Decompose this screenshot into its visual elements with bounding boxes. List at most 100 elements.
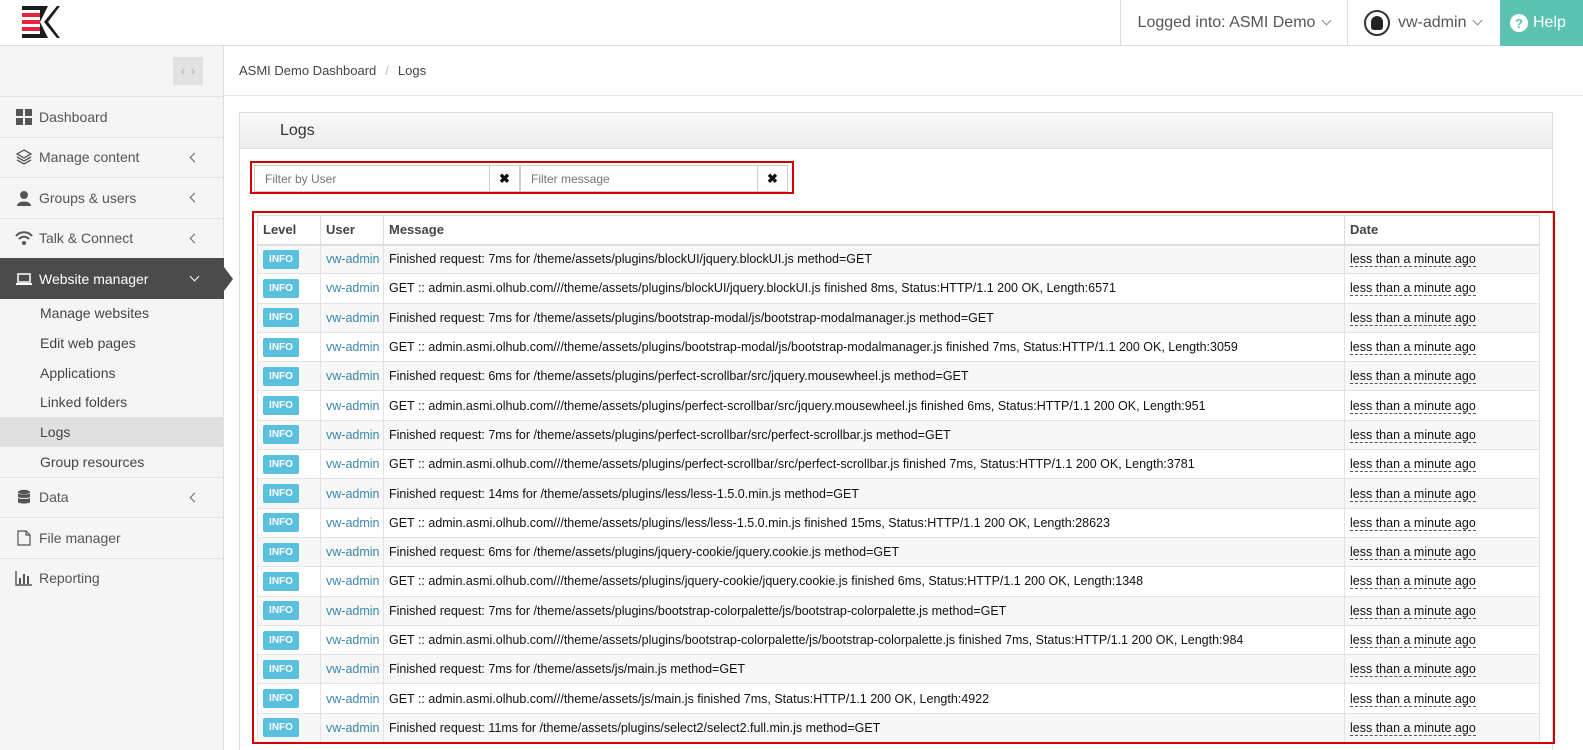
sidebar-item-file-manager[interactable]: File manager (0, 517, 224, 558)
logs-table-body: INFO vw-admin Finished request: 7ms for /t… (257, 243, 1540, 742)
sidebar-subitem-logs[interactable]: Logs (0, 417, 224, 447)
message-cell: Finished request: 11ms for /theme/assets… (383, 712, 1345, 742)
level-cell: INFO (257, 654, 321, 685)
relative-date[interactable]: less than a minute ago (1350, 252, 1476, 268)
user-link[interactable]: vw-admin (326, 545, 380, 559)
relative-date[interactable]: less than a minute ago (1350, 691, 1476, 707)
level-cell: INFO (257, 595, 321, 626)
sidebar-toggle-button[interactable]: ‹ › (173, 57, 203, 85)
sidebar-item-reporting[interactable]: Reporting (0, 557, 224, 599)
sidebar-item-dashboard[interactable]: Dashboard (0, 96, 224, 137)
wifi-icon (15, 230, 33, 246)
sidebar-subitem-group-resources[interactable]: Group resources (0, 447, 224, 477)
relative-date[interactable]: less than a minute ago (1350, 486, 1476, 502)
level-badge: INFO (263, 249, 299, 269)
user-menu[interactable]: vw-admin (1347, 0, 1500, 46)
sidebar-item-groups-users[interactable]: Groups & users (0, 177, 224, 218)
user-link[interactable]: vw-admin (326, 574, 380, 588)
sidebar-item-website-manager[interactable]: Website manager (0, 258, 233, 299)
relative-date[interactable]: less than a minute ago (1350, 427, 1476, 443)
user-cell: vw-admin (320, 683, 384, 714)
level-badge: INFO (263, 630, 299, 650)
org-switcher[interactable]: Logged into: ASMI Demo (1120, 0, 1347, 46)
relative-date[interactable]: less than a minute ago (1350, 457, 1476, 473)
user-link[interactable]: vw-admin (326, 428, 380, 442)
sidebar-item-data[interactable]: Data (0, 476, 224, 518)
user-link[interactable]: vw-admin (326, 311, 380, 325)
relative-date[interactable]: less than a minute ago (1350, 633, 1476, 648)
clear-user-filter-button[interactable]: ✖ (490, 165, 520, 192)
table-row: INFO vw-admin Finished request: 14ms for /… (257, 478, 1540, 509)
relative-date[interactable]: less than a minute ago (1350, 281, 1476, 297)
help-label: Help (1533, 14, 1566, 31)
date-cell: less than a minute ago (1344, 449, 1540, 480)
user-link[interactable]: vw-admin (326, 340, 380, 354)
sidebar-subitem-applications[interactable]: Applications (0, 358, 224, 388)
sidebar-subitem-manage-websites[interactable]: Manage websites (0, 299, 224, 329)
message-cell: GET :: admin.asmi.olhub.com///theme/asse… (383, 566, 1345, 597)
filter-user-input[interactable] (254, 165, 490, 192)
table-row: INFO vw-admin Finished request: 7ms for /t… (257, 595, 1540, 626)
sidebar-subitem-edit-web-pages[interactable]: Edit web pages (0, 328, 224, 358)
column-header-level[interactable]: Level (257, 215, 321, 246)
relative-date[interactable]: less than a minute ago (1350, 310, 1476, 326)
user-link[interactable]: vw-admin (326, 692, 380, 706)
sidebar-item-manage-content[interactable]: Manage content (0, 136, 224, 178)
clear-message-filter-button[interactable]: ✖ (758, 165, 788, 192)
date-cell: less than a minute ago (1344, 507, 1540, 538)
relative-date[interactable]: less than a minute ago (1350, 662, 1476, 678)
app-logo[interactable] (22, 6, 60, 38)
relative-date[interactable]: less than a minute ago (1350, 545, 1476, 561)
relative-date[interactable]: less than a minute ago (1350, 340, 1476, 356)
date-cell: less than a minute ago (1344, 654, 1540, 685)
level-badge: INFO (263, 571, 299, 591)
user-link[interactable]: vw-admin (326, 662, 380, 676)
level-cell: INFO (257, 419, 321, 451)
chevron-left-icon (189, 492, 200, 503)
avatar (1364, 10, 1390, 36)
date-cell: less than a minute ago (1344, 536, 1540, 568)
filter-message-input[interactable] (520, 165, 758, 192)
help-button[interactable]: ? Help (1500, 0, 1583, 46)
table-row: INFO vw-admin Finished request: 7ms for /t… (257, 302, 1540, 333)
user-link[interactable]: vw-admin (326, 721, 380, 735)
level-badge: INFO (263, 601, 299, 621)
level-badge: INFO (263, 308, 299, 328)
relative-date[interactable]: less than a minute ago (1350, 515, 1476, 531)
sidebar-subitem-linked-folders[interactable]: Linked folders (0, 388, 224, 418)
level-cell: INFO (257, 390, 321, 421)
chevron-left-icon (189, 152, 200, 163)
message-cell: Finished request: 7ms for /theme/assets/… (383, 419, 1345, 451)
user-link[interactable]: vw-admin (326, 281, 380, 295)
column-header-message[interactable]: Message (383, 215, 1345, 246)
relative-date[interactable]: less than a minute ago (1350, 398, 1476, 414)
user-link[interactable]: vw-admin (326, 369, 380, 383)
relative-date[interactable]: less than a minute ago (1350, 369, 1476, 385)
level-cell: INFO (257, 361, 321, 392)
column-header-user[interactable]: User (320, 215, 384, 246)
sidebar-item-talk-connect[interactable]: Talk & Connect (0, 217, 224, 259)
user-cell: vw-admin (320, 390, 384, 421)
breadcrumb-root[interactable]: ASMI Demo Dashboard (239, 63, 376, 78)
date-cell: less than a minute ago (1344, 390, 1540, 421)
user-link[interactable]: vw-admin (326, 487, 380, 501)
user-link[interactable]: vw-admin (326, 516, 380, 530)
table-row: INFO vw-admin GET :: admin.asmi.olhub.com/… (257, 683, 1540, 714)
logs-table-frame: Level User Message Date INFO vw-admin Fini… (252, 211, 1555, 744)
relative-date[interactable]: less than a minute ago (1350, 720, 1476, 736)
help-icon: ? (1510, 14, 1528, 32)
column-header-date[interactable]: Date (1344, 215, 1540, 246)
user-link[interactable]: vw-admin (326, 457, 380, 471)
level-badge: INFO (263, 689, 299, 709)
sidebar-item-label: File manager (39, 529, 121, 546)
layers-icon (15, 149, 33, 165)
user-link[interactable]: vw-admin (326, 252, 380, 266)
relative-date[interactable]: less than a minute ago (1350, 603, 1476, 619)
level-cell: INFO (257, 331, 321, 363)
chevron-down-icon (1321, 15, 1332, 26)
user-link[interactable]: vw-admin (326, 633, 380, 647)
user-link[interactable]: vw-admin (326, 399, 380, 413)
message-cell: GET :: admin.asmi.olhub.com///theme/asse… (383, 331, 1345, 363)
user-link[interactable]: vw-admin (326, 604, 380, 618)
relative-date[interactable]: less than a minute ago (1350, 574, 1476, 590)
